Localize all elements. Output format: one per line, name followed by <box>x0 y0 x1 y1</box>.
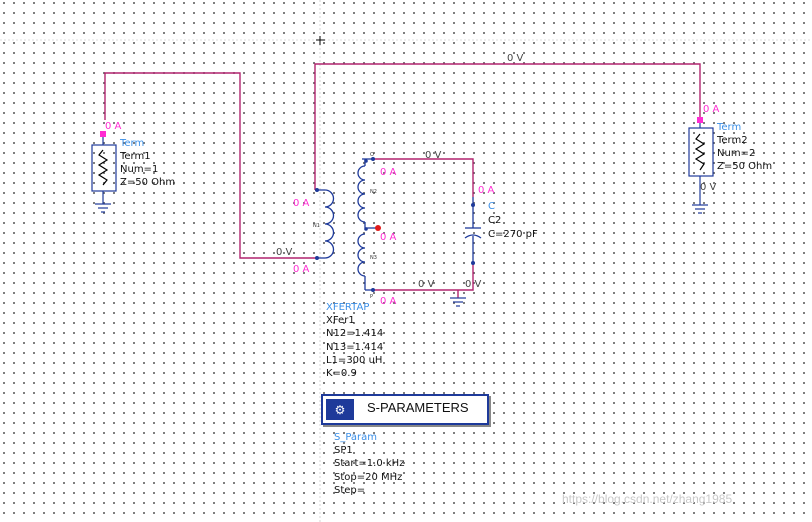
sparam-name: SP1 <box>334 445 353 456</box>
s-parameters-title: S-PARAMETERS <box>367 400 469 415</box>
wire-primary-to-term2[interactable] <box>314 63 701 190</box>
ground-icon[interactable] <box>450 297 466 307</box>
term1-type: Term <box>119 138 144 149</box>
xfer-pin-n1: N1 <box>313 223 320 229</box>
secondary-bottom-voltage: 0 V <box>418 279 435 290</box>
term2-type: Term <box>716 122 741 133</box>
cap-type: C <box>488 201 495 212</box>
sparam-start: Start=1.0 kHz <box>334 458 404 469</box>
xfer-pin-p: P <box>370 294 373 300</box>
term2-pin-marker[interactable] <box>697 117 703 123</box>
xfer-name: XFer1 <box>326 315 355 326</box>
sparam-type: S_Param <box>334 432 377 443</box>
watermark: https://blog.csdn.net/zhang1985 <box>562 492 733 506</box>
term1-symbol[interactable] <box>91 132 117 213</box>
term1-name: Term1 <box>119 151 151 162</box>
term1-num: Num=1 <box>120 164 158 175</box>
term1-z: Z=50 Ohm <box>120 177 175 188</box>
sparam-stop: Stop=20 MHz <box>334 472 402 483</box>
schematic-canvas[interactable]: N1 N2 N3 O P 0 V 0 V 0 V 0 V 0 V 0 V 0 A… <box>0 0 812 522</box>
sparam-step: Step= <box>334 485 365 496</box>
xfer-tap-node[interactable] <box>375 225 381 231</box>
cap-value: C=270 pF <box>488 229 538 240</box>
top-wire-voltage: 0 V <box>507 53 524 64</box>
schematic-drawing: N1 N2 N3 O P 0 V 0 V 0 V 0 V 0 V 0 V 0 A… <box>0 0 812 522</box>
term2-symbol[interactable] <box>688 120 714 214</box>
cursor-crosshair-icon[interactable] <box>316 36 325 45</box>
cap-voltage: 0 V <box>465 279 482 290</box>
xfer-pin-n2: N2 <box>370 189 377 195</box>
xfer-type: XFERTAP <box>326 302 369 313</box>
term2-voltage: 0 V <box>700 182 717 193</box>
prim-top-current: 0 A <box>293 198 310 209</box>
xfer-l1: L1=300 uH <box>326 355 382 366</box>
xfer-secondary-winding[interactable] <box>357 158 378 291</box>
secondary-top-voltage: 0 V <box>425 150 442 161</box>
term2-z: Z=50 Ohm <box>717 161 772 172</box>
cap-name: C2 <box>488 215 501 226</box>
left-bottom-voltage: 0 V <box>276 247 293 258</box>
xfer-pin-n3: N3 <box>370 255 377 261</box>
xfer-n12: N12=1.414 <box>326 328 383 339</box>
sec-top-current: 0 A <box>380 167 397 178</box>
wires[interactable] <box>104 63 701 298</box>
term2-name: Term2 <box>716 135 748 146</box>
cap-current: 0 A <box>478 185 495 196</box>
xfer-k: K=0.9 <box>326 368 357 379</box>
prim-bottom-current: 0 A <box>293 264 310 275</box>
s-parameters-icon: ⚙ <box>326 399 354 420</box>
term2-current: 0 A <box>703 104 720 115</box>
s-parameters-component[interactable]: ⚙ S-PARAMETERS <box>321 394 489 425</box>
xfer-n13: N13=1.414 <box>326 342 383 353</box>
xfer-primary-pin-bottom[interactable] <box>315 256 319 260</box>
xfer-pin-o: O <box>370 152 374 158</box>
sec-bottom-current: 0 A <box>380 296 397 307</box>
term1-current: 0 A <box>105 121 122 132</box>
term2-num: Num=2 <box>717 148 755 159</box>
tap-current: 0 A <box>380 232 397 243</box>
xfer-primary-pin-top[interactable] <box>315 188 319 192</box>
wire-secondary-top[interactable] <box>373 158 474 197</box>
